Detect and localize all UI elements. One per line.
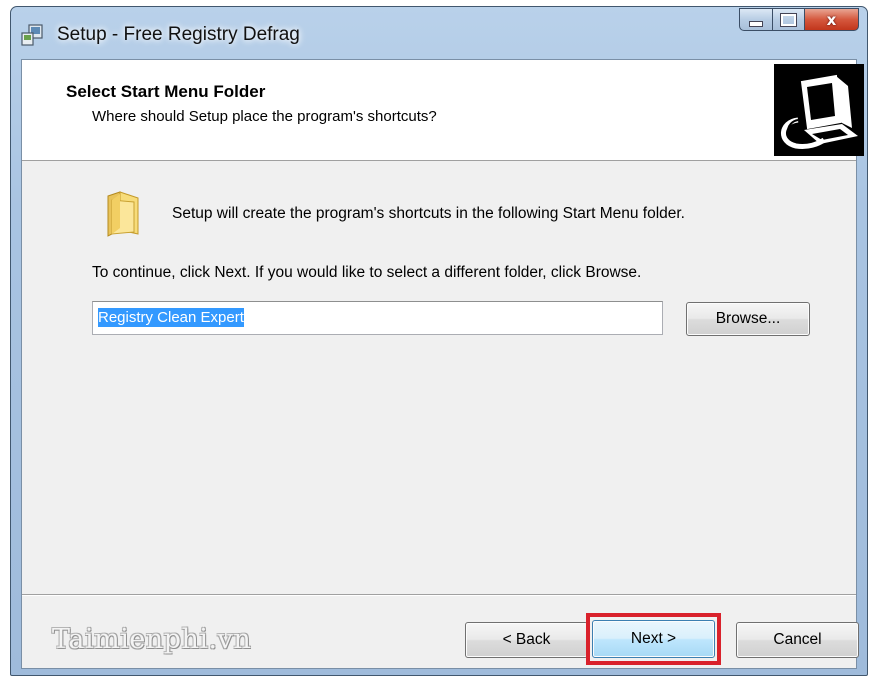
cancel-button[interactable]: Cancel: [736, 622, 859, 658]
continue-instructions: To continue, click Next. If you would li…: [92, 264, 642, 281]
brand-watermark: Taimienphi.vn: [52, 624, 252, 655]
minimize-icon: [749, 20, 763, 27]
setup-app-icon: [21, 24, 43, 46]
maximize-icon: [780, 12, 797, 27]
setup-window: Setup - Free Registry Defrag x Select St…: [10, 6, 868, 676]
close-icon: x: [826, 10, 837, 29]
next-button-highlight: [586, 613, 721, 665]
minimize-button[interactable]: [739, 8, 773, 31]
browse-button[interactable]: Browse...: [686, 302, 810, 336]
caption-buttons: x: [739, 8, 859, 32]
wizard-client-area: Select Start Menu Folder Where should Se…: [21, 59, 864, 669]
wizard-header: Select Start Menu Folder Where should Se…: [22, 60, 864, 161]
intro-text: Setup will create the program's shortcut…: [172, 205, 685, 222]
back-button[interactable]: < Back: [465, 622, 588, 658]
page-title: Select Start Menu Folder: [66, 82, 266, 101]
start-menu-folder-input[interactable]: Registry Clean Expert: [92, 301, 663, 335]
close-button[interactable]: x: [805, 8, 859, 31]
title-bar[interactable]: Setup - Free Registry Defrag x: [11, 7, 867, 59]
maximize-button[interactable]: [773, 8, 805, 31]
page-subtitle: Where should Setup place the program's s…: [92, 108, 437, 125]
folder-icon: [107, 191, 139, 237]
window-title: Setup - Free Registry Defrag: [57, 24, 300, 45]
start-menu-folder-value: Registry Clean Expert: [98, 308, 244, 327]
installer-computer-icon: [774, 64, 864, 156]
footer-divider: [22, 594, 856, 596]
